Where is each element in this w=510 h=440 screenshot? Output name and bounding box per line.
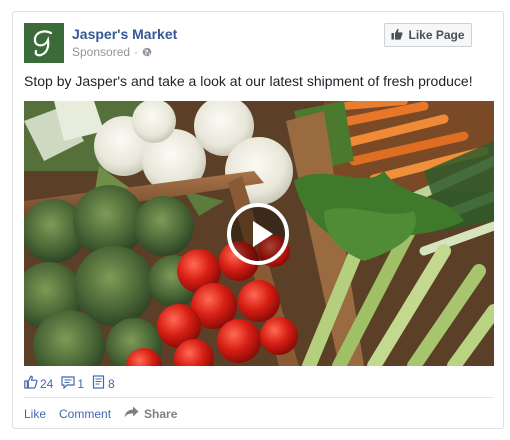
play-icon	[253, 221, 273, 247]
comment-icon	[61, 375, 75, 392]
shares-count-value: 8	[108, 376, 115, 391]
likes-count-value: 24	[40, 376, 54, 391]
page-name-link[interactable]: Jasper's Market	[72, 26, 177, 42]
video-thumbnail[interactable]	[24, 101, 494, 366]
comments-count-value: 1	[77, 376, 85, 391]
post-text: Stop by Jasper's and take a look at our …	[24, 73, 473, 89]
play-button[interactable]	[227, 203, 289, 265]
shares-count[interactable]: 8	[92, 375, 115, 392]
separator-dot: ·	[134, 45, 139, 59]
divider	[24, 397, 494, 398]
jaspers-market-logo-icon	[33, 30, 53, 57]
post-actions: Like Comment Share	[24, 406, 177, 421]
thumbs-up-icon	[24, 375, 38, 392]
like-page-label: Like Page	[408, 28, 465, 42]
share-action[interactable]: Share	[124, 406, 177, 421]
sponsored-label[interactable]: Sponsored	[72, 45, 130, 59]
comments-count[interactable]: 1	[61, 375, 84, 392]
globe-icon	[142, 47, 152, 57]
share-arrow-icon	[124, 406, 139, 421]
comment-action[interactable]: Comment	[59, 407, 111, 421]
likes-count[interactable]: 24	[24, 375, 53, 392]
engagement-stats: 24 1 8	[24, 375, 115, 392]
share-count-icon	[92, 375, 106, 392]
like-page-button[interactable]: Like Page	[384, 23, 472, 47]
like-action[interactable]: Like	[24, 407, 46, 421]
share-action-label: Share	[144, 406, 178, 421]
sponsored-post-card: Jasper's Market Sponsored · Like Page St…	[12, 11, 504, 429]
sponsored-row: Sponsored ·	[72, 45, 152, 59]
page-logo[interactable]	[24, 23, 64, 63]
thumbs-up-icon	[391, 28, 404, 43]
